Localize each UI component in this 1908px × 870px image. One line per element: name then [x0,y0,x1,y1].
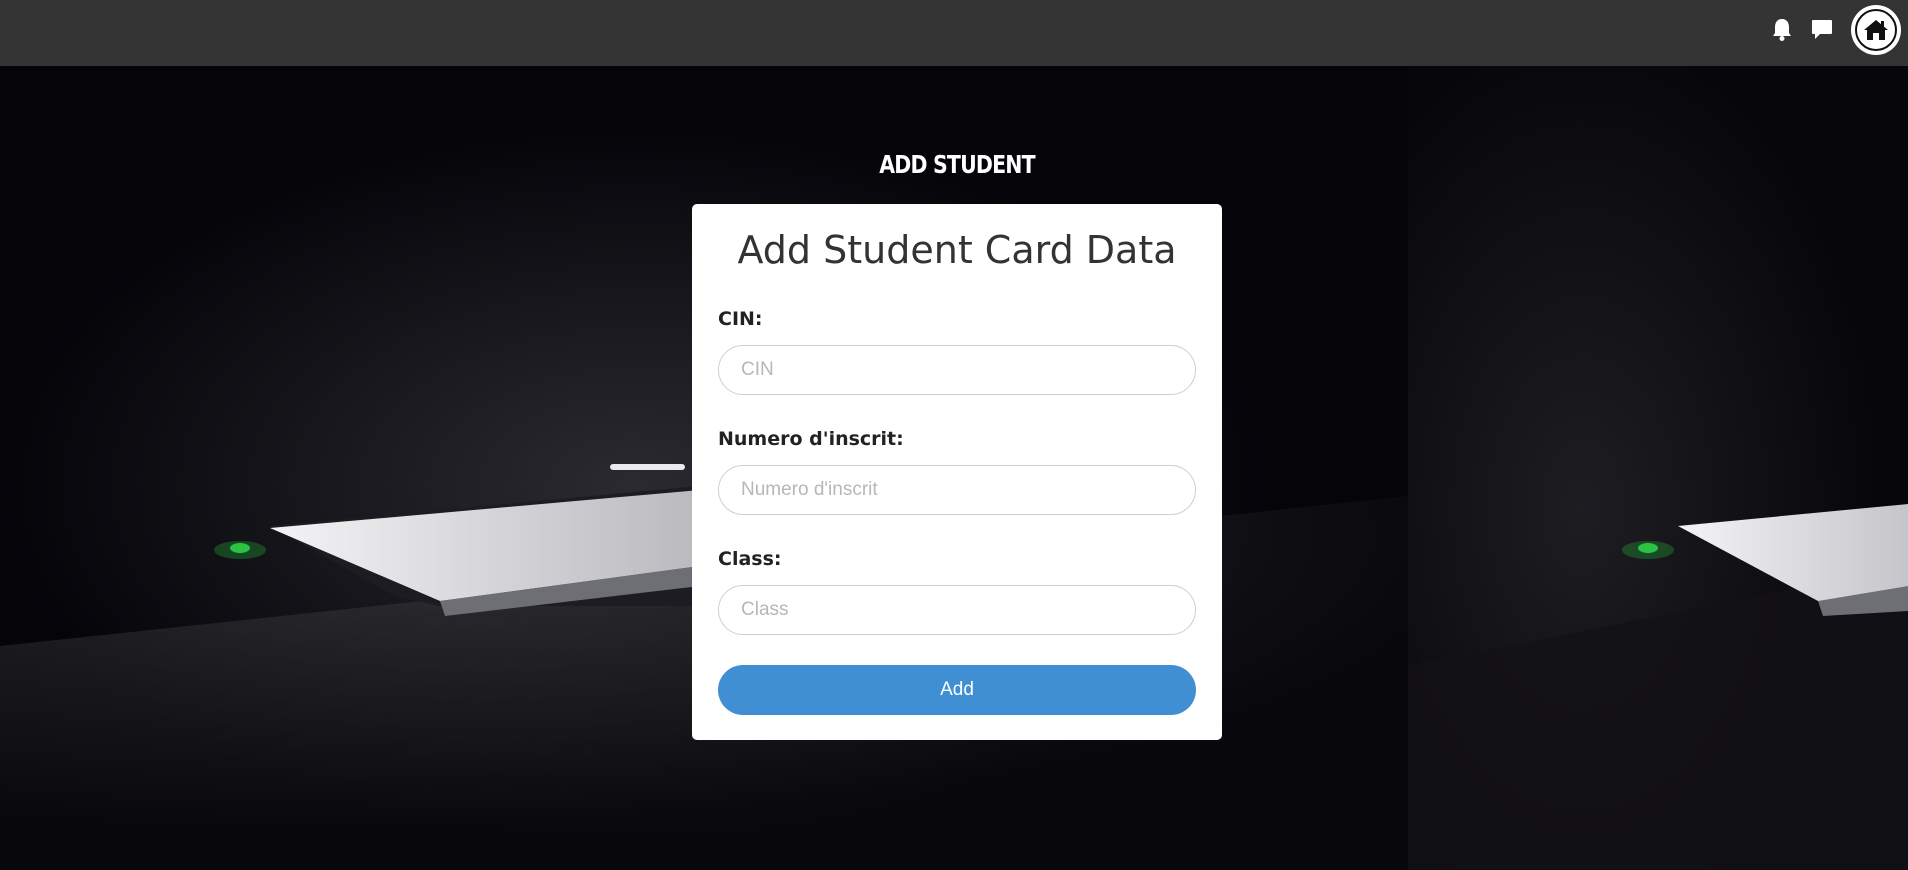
home-button[interactable] [1851,5,1901,55]
home-button-ring [1855,9,1897,51]
numero-inscrit-input[interactable] [718,465,1196,515]
add-student-form-card: Add Student Card Data CIN: Numero d'insc… [692,204,1222,740]
cin-label: CIN: [718,308,763,330]
numero-inscrit-label: Numero d'inscrit: [718,428,904,450]
cin-input[interactable] [718,345,1196,395]
top-navbar [0,0,1908,66]
class-label: Class: [718,548,782,570]
home-icon [1864,20,1888,40]
laptop-photo-right [1408,66,1908,870]
class-input[interactable] [718,585,1196,635]
form-title: Add Student Card Data [737,228,1177,272]
bell-icon[interactable] [1771,17,1793,41]
add-button[interactable]: Add [718,665,1196,715]
chat-bubble-icon[interactable] [1811,17,1833,41]
page-heading: ADD STUDENT [879,150,1035,179]
